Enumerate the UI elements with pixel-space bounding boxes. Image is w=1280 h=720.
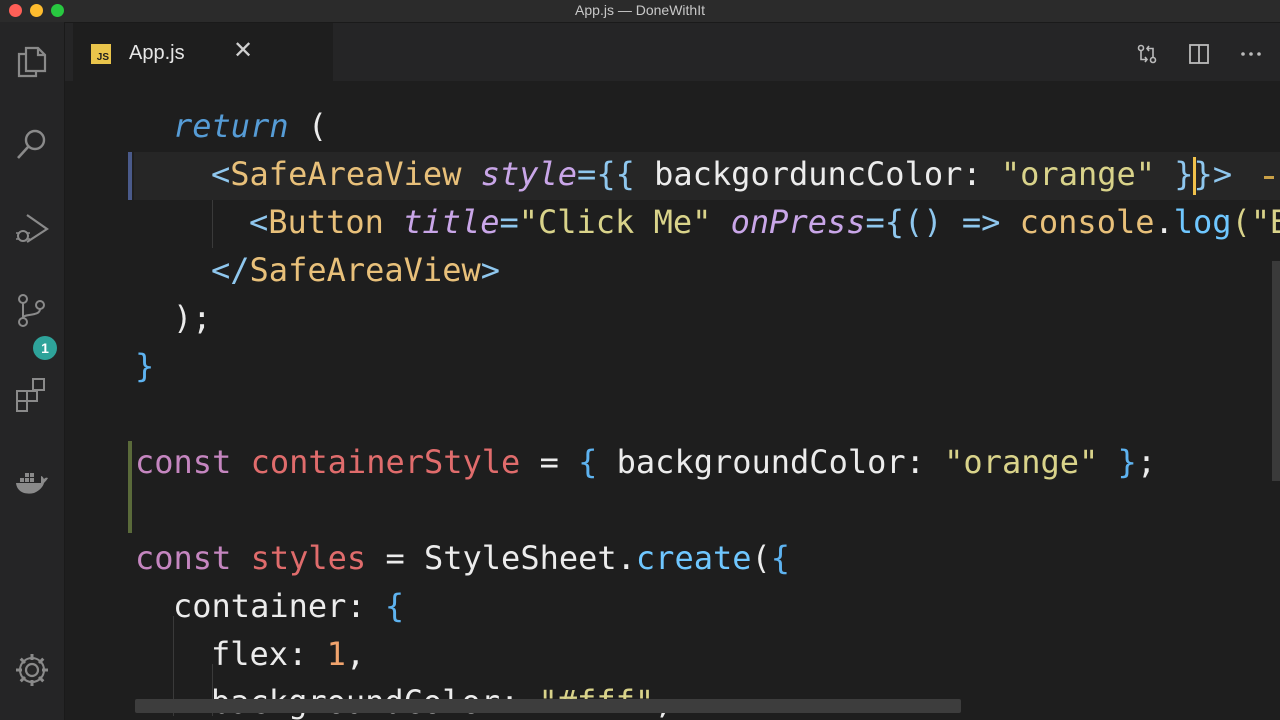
code-editor[interactable]: export default function App() { return (… xyxy=(65,81,1280,720)
text-cursor xyxy=(1193,157,1196,195)
js-file-icon: JS xyxy=(91,44,111,64)
code-line: return ( xyxy=(173,107,328,145)
code-line: flex: 1, xyxy=(211,635,366,673)
extensions-icon[interactable] xyxy=(12,374,52,414)
added-line-marker xyxy=(128,441,132,533)
docker-icon[interactable] xyxy=(12,462,52,502)
activity-bar: 1 xyxy=(0,22,65,720)
tab-app-js[interactable]: JS App.js ✕ xyxy=(73,23,333,83)
horizontal-scrollbar[interactable] xyxy=(135,699,961,713)
code-line: const styles = StyleSheet.create({ xyxy=(135,539,791,577)
code-line: const containerStyle = { backgroundColor… xyxy=(135,443,1157,481)
window-title: App.js — DoneWithIt xyxy=(575,2,705,18)
title-bar: App.js — DoneWithIt xyxy=(0,0,1280,23)
run-debug-icon[interactable] xyxy=(12,208,52,248)
more-actions-icon[interactable] xyxy=(1236,41,1266,67)
indent-guide xyxy=(212,200,213,248)
modified-line-marker xyxy=(128,152,132,200)
tab-bar: JS App.js ✕ xyxy=(65,23,1280,83)
search-icon[interactable] xyxy=(12,124,52,164)
code-line: </SafeAreaView> xyxy=(211,251,500,289)
compare-changes-icon[interactable] xyxy=(1132,41,1162,67)
source-control-icon[interactable] xyxy=(12,290,52,330)
code-line: <SafeAreaView style={{ backgorduncColor:… xyxy=(211,155,1233,193)
code-line: } xyxy=(135,347,155,385)
code-line: container: { xyxy=(173,587,405,625)
vertical-scrollbar[interactable] xyxy=(1272,261,1280,481)
overview-ruler-mark xyxy=(1264,176,1274,179)
source-control-badge: 1 xyxy=(33,336,57,360)
code-line: <Button title="Click Me" onPress={() => … xyxy=(249,203,1280,241)
close-icon[interactable]: ✕ xyxy=(231,39,255,63)
split-editor-icon[interactable] xyxy=(1184,41,1214,67)
code-line: ); xyxy=(173,299,212,337)
gear-icon[interactable] xyxy=(12,650,52,690)
tab-label: App.js xyxy=(129,42,185,64)
explorer-icon[interactable] xyxy=(12,42,52,82)
